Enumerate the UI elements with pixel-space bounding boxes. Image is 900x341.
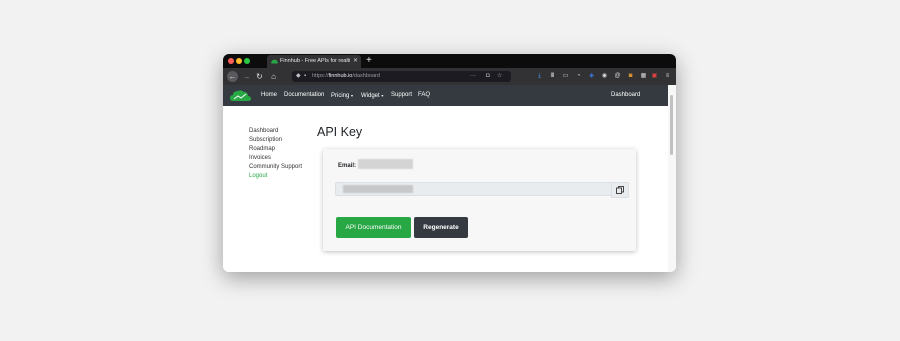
nav-faq-link[interactable]: FAQ	[418, 85, 430, 106]
api-key-value-redacted	[343, 185, 413, 193]
home-icon[interactable]: ⌂	[268, 71, 279, 82]
maximize-window-button[interactable]	[244, 58, 250, 64]
nav-home-link[interactable]: Home	[261, 85, 277, 106]
url-protocol: https://	[312, 73, 329, 79]
email-label: Email:	[338, 163, 357, 169]
shield-icon[interactable]: ◆	[296, 71, 301, 82]
sidebar-item-subscription[interactable]: Subscription	[249, 136, 319, 145]
more-actions-icon[interactable]: ···	[470, 71, 476, 82]
minimize-window-button[interactable]	[236, 58, 242, 64]
nav-pricing-dropdown[interactable]: Pricing ▾	[331, 85, 353, 106]
at-sign-icon[interactable]: @	[613, 71, 622, 82]
nav-widget-label: Widget	[361, 93, 380, 99]
api-key-card: Email: API Documentation Regenerate	[323, 149, 636, 251]
url-path: /dashboard	[352, 73, 380, 79]
nav-pricing-label: Pricing	[331, 93, 350, 99]
address-bar[interactable]: ◆ ▪ https://finnhub.io/dashboard ··· ◘ ☆	[292, 71, 511, 82]
regenerate-button[interactable]: Regenerate	[414, 217, 468, 238]
tab-title: Finnhub - Free APIs for realtim	[280, 58, 350, 64]
nav-support-link[interactable]: Support	[391, 85, 412, 106]
extension-shield-icon[interactable]: ◈	[587, 71, 596, 82]
page-title: API Key	[317, 125, 363, 139]
grid-apps-icon[interactable]: ▦	[639, 71, 648, 82]
sidebar-toggle-icon[interactable]: ▭	[561, 71, 570, 82]
screenshot-icon[interactable]: ◔	[574, 71, 583, 82]
scrollbar-thumb[interactable]	[670, 95, 673, 155]
copy-icon	[616, 186, 624, 194]
nav-documentation-link[interactable]: Documentation	[284, 85, 324, 106]
library-icon[interactable]: Ⅲ	[548, 71, 557, 82]
browser-tab[interactable]: Finnhub - Free APIs for realtim ✕	[267, 55, 361, 68]
sidebar-menu: Dashboard Subscription Roadmap Invoices …	[249, 127, 319, 181]
notification-icon[interactable]: ◙	[626, 71, 635, 82]
url-text: https://finnhub.io/dashboard	[312, 71, 380, 82]
nav-widget-dropdown[interactable]: Widget ▾	[361, 85, 383, 106]
api-documentation-button[interactable]: API Documentation	[336, 217, 411, 238]
browser-toolbar: ← → ↻ ⌂ ◆ ▪ https://finnhub.io/dashboard…	[223, 68, 676, 85]
menu-icon[interactable]: ≡	[663, 71, 672, 82]
web-page: Home Documentation Pricing ▾ Widget ▾ Su…	[223, 85, 676, 272]
sidebar-item-roadmap[interactable]: Roadmap	[249, 145, 319, 154]
finnhub-favicon-icon	[271, 59, 278, 64]
nav-dashboard-link[interactable]: Dashboard	[611, 85, 640, 106]
new-tab-button[interactable]: +	[366, 54, 372, 68]
api-key-field[interactable]	[335, 182, 612, 196]
chevron-down-icon: ▾	[351, 93, 354, 98]
sidebar-item-logout[interactable]: Logout	[249, 172, 319, 181]
download-icon[interactable]: ⤓	[535, 71, 544, 82]
close-tab-icon[interactable]: ✕	[353, 55, 358, 68]
extension-circle-icon[interactable]: ◉	[600, 71, 609, 82]
lock-icon[interactable]: ▪	[304, 71, 306, 82]
tab-bar: Finnhub - Free APIs for realtim ✕ +	[223, 54, 676, 68]
sidebar-item-community-support[interactable]: Community Support	[249, 163, 319, 172]
reload-icon[interactable]: ↻	[254, 71, 265, 82]
browser-window: Finnhub - Free APIs for realtim ✕ + ← → …	[223, 54, 676, 272]
bookmark-star-icon[interactable]: ☆	[497, 71, 502, 82]
sidebar-item-dashboard[interactable]: Dashboard	[249, 127, 319, 136]
back-arrow-icon[interactable]: ←	[227, 71, 238, 82]
url-host: finnhub.io	[328, 73, 353, 79]
pocket-icon[interactable]: ◘	[486, 71, 490, 82]
copy-button[interactable]	[611, 182, 629, 198]
chevron-down-icon: ▾	[381, 93, 384, 98]
finnhub-logo-icon[interactable]	[230, 90, 251, 102]
close-window-button[interactable]	[228, 58, 234, 64]
forward-arrow-icon[interactable]: →	[241, 71, 252, 82]
email-value-redacted	[358, 159, 413, 169]
site-navbar: Home Documentation Pricing ▾ Widget ▾ Su…	[223, 85, 668, 106]
flag-icon[interactable]: ▣	[650, 71, 659, 82]
sidebar-item-invoices[interactable]: Invoices	[249, 154, 319, 163]
